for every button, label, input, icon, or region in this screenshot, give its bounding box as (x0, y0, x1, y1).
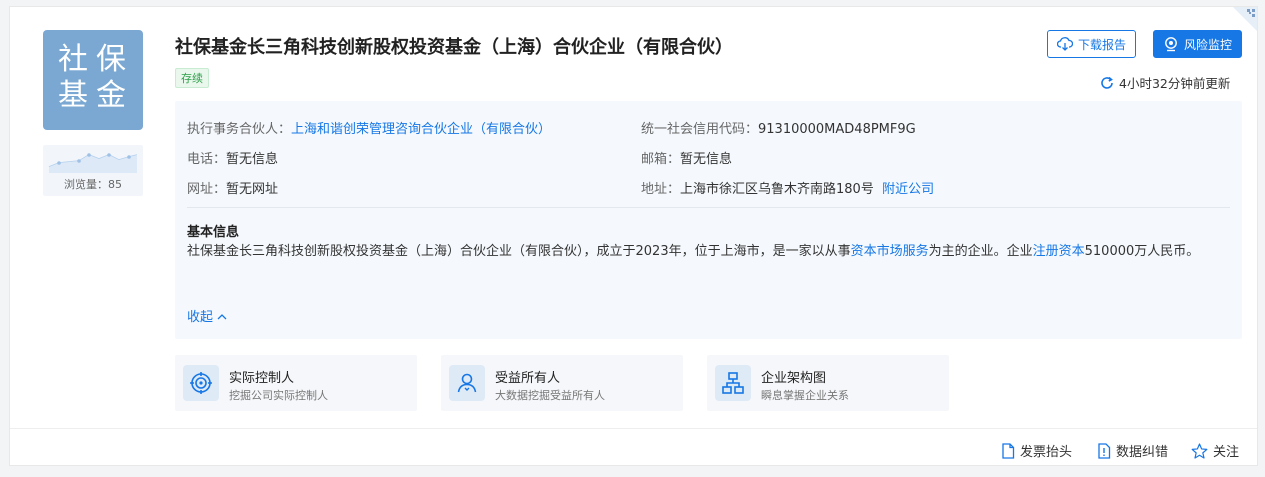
views-widget: 浏览量：85 (43, 145, 143, 196)
logo-line-2: 基金 (58, 78, 134, 113)
star-icon (1191, 442, 1208, 459)
basic-info-title: 基本信息 (187, 225, 240, 240)
company-card: 社保 基金 浏览量：85 社保基金长三角科技创新股权投资基金（上海）合伙企业（有… (9, 6, 1258, 466)
update-time: 4小时32分钟前更新 (1119, 76, 1231, 91)
feature-actual-controller[interactable]: 实际控制人 挖掘公司实际控制人 (175, 355, 417, 411)
download-report-label: 下载报告 (1078, 37, 1127, 52)
risk-monitor-button[interactable]: 风险监控 (1153, 30, 1243, 58)
credit-code-label: 统一社会信用代码： (641, 122, 759, 137)
phone-value: 暂无信息 (226, 152, 279, 167)
report-error-icon (1098, 442, 1111, 459)
org-chart-icon (715, 365, 751, 401)
trend-chart-icon (48, 153, 138, 173)
company-logo: 社保 基金 (43, 30, 143, 130)
document-icon (1002, 442, 1015, 459)
cloud-download-icon (1057, 37, 1073, 51)
registered-capital-link[interactable]: 注册资本 (1033, 244, 1085, 259)
status-badge: 存续 (175, 68, 209, 88)
views-count: 浏览量：85 (64, 178, 122, 191)
feature-beneficial-owner[interactable]: 受益所有人 大数据挖掘受益所有人 (441, 355, 683, 411)
feature-desc: 大数据挖掘受益所有人 (495, 389, 605, 402)
phone-label: 电话： (187, 152, 227, 167)
email-row: 邮箱：暂无信息 (641, 148, 732, 167)
follow-button[interactable]: 关注 (1191, 441, 1239, 460)
basic-text-1: 社保基金长三角科技创新股权投资基金（上海）合伙企业（有限合伙），成立于2023年… (187, 244, 851, 259)
address-label: 地址： (641, 182, 681, 197)
data-correction-label: 数据纠错 (1116, 445, 1169, 460)
partner-label: 执行事务合伙人： (187, 122, 292, 137)
qr-code-icon[interactable] (1233, 7, 1257, 31)
card-footer: 发票抬头 数据纠错 关注 (10, 428, 1257, 466)
partner-link[interactable]: 上海和谐创荣管理咨询合伙企业（有限合伙） (291, 122, 551, 137)
risk-monitor-label: 风险监控 (1184, 37, 1233, 52)
credit-code-row: 统一社会信用代码：91310000MAD48PMF9G (641, 118, 916, 137)
feature-org-chart[interactable]: 企业架构图 瞬息掌握企业关系 (707, 355, 949, 411)
website-row: 网址：暂无网址 (187, 178, 278, 197)
invoice-title-label: 发票抬头 (1020, 445, 1073, 460)
download-report-button[interactable]: 下载报告 (1047, 30, 1137, 58)
invoice-title-button[interactable]: 发票抬头 (1001, 441, 1072, 460)
website-value: 暂无网址 (226, 182, 279, 197)
industry-link[interactable]: 资本市场服务 (851, 244, 929, 259)
email-value: 暂无信息 (680, 152, 733, 167)
basic-text-3: 510000万人民币。 (1084, 244, 1200, 259)
nearby-companies-link[interactable]: 附近公司 (882, 182, 934, 197)
target-icon (183, 365, 219, 401)
collapse-button[interactable]: 收起 (187, 306, 227, 325)
company-name: 社保基金长三角科技创新股权投资基金（上海）合伙企业（有限合伙） (175, 37, 733, 58)
follow-label: 关注 (1213, 445, 1240, 460)
person-icon (449, 365, 485, 401)
feature-desc: 瞬息掌握企业关系 (761, 389, 849, 402)
partner-row: 执行事务合伙人：上海和谐创荣管理咨询合伙企业（有限合伙） (187, 118, 551, 137)
feature-name: 实际控制人 (229, 371, 295, 386)
info-panel: 执行事务合伙人：上海和谐创荣管理咨询合伙企业（有限合伙） 统一社会信用代码：91… (175, 101, 1242, 339)
update-status[interactable]: 4小时32分钟前更新 (1100, 73, 1230, 92)
feature-desc: 挖掘公司实际控制人 (229, 389, 328, 402)
address-value: 上海市徐汇区乌鲁木齐南路180号 (680, 182, 874, 197)
phone-row: 电话：暂无信息 (187, 148, 278, 167)
chevron-up-icon (217, 314, 227, 320)
credit-code-value: 91310000MAD48PMF9G (758, 122, 916, 137)
basic-info-text: 社保基金长三角科技创新股权投资基金（上海）合伙企业（有限合伙），成立于2023年… (187, 241, 1235, 263)
address-row: 地址：上海市徐汇区乌鲁木齐南路180号 附近公司 (641, 178, 934, 197)
feature-name: 企业架构图 (761, 371, 827, 386)
monitor-camera-icon (1165, 37, 1177, 52)
website-label: 网址： (187, 182, 227, 197)
email-label: 邮箱： (641, 152, 681, 167)
data-correction-button[interactable]: 数据纠错 (1097, 441, 1168, 460)
collapse-label: 收起 (187, 310, 214, 325)
basic-text-2: 为主的企业。企业 (928, 244, 1033, 259)
divider (187, 207, 1230, 208)
feature-name: 受益所有人 (495, 371, 561, 386)
refresh-icon (1101, 76, 1113, 89)
logo-line-1: 社保 (58, 42, 134, 77)
